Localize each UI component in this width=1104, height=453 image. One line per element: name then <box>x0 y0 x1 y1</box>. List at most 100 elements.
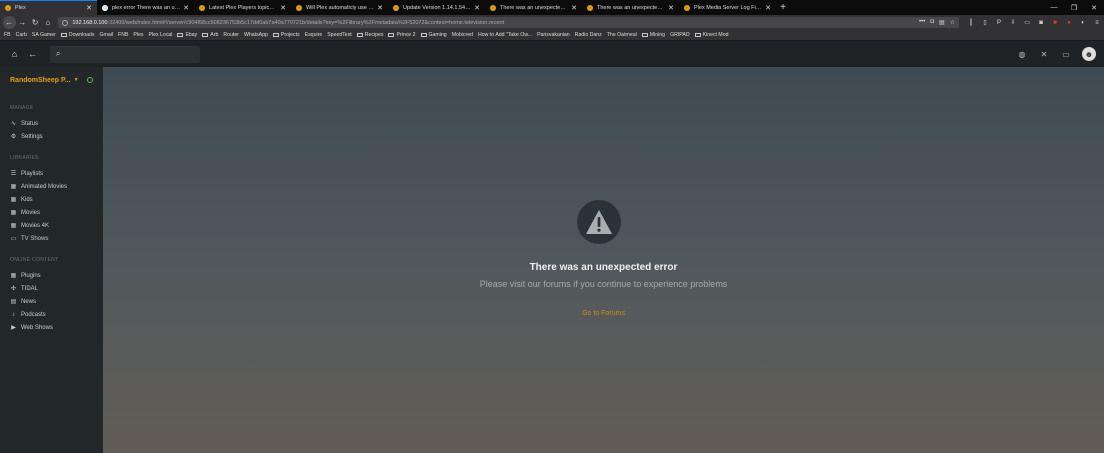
sidebar-item-animated-movies[interactable]: ▦ Animated Movies <box>0 180 103 193</box>
bookmark-folder[interactable]: Gaming <box>420 32 447 38</box>
sidebar-item-movies-4k[interactable]: ▦ Movies 4K <box>0 219 103 232</box>
sidebar-item-tv-shows[interactable]: ▭ TV Shows <box>0 232 103 245</box>
browser-tab[interactable]: › Plex ✕ <box>0 0 97 15</box>
close-icon[interactable]: ✕ <box>765 4 771 12</box>
bookmark-folder[interactable]: Prince 2 <box>388 32 416 38</box>
arrow-left-icon: ← <box>5 18 14 27</box>
plex-icon: › <box>490 4 496 11</box>
home-icon[interactable]: ⌂ <box>8 48 21 61</box>
browser-tab[interactable]: ›There was an unexpected error✕ <box>582 0 679 15</box>
bookmark-item[interactable]: The Oatmeal <box>607 32 637 38</box>
browser-tab[interactable]: ›There was an unexpected error✕ <box>485 0 582 15</box>
main-content: There was an unexpected error Please vis… <box>103 67 1104 453</box>
tidal-icon: ✣ <box>10 286 17 292</box>
download-icon[interactable]: ⇩ <box>1009 19 1017 27</box>
close-icon[interactable]: ✕ <box>86 4 92 12</box>
bookmark-item[interactable]: Gmail <box>100 32 114 38</box>
url-bar[interactable]: 192.168.0.100:32400/web/index.html#!/ser… <box>58 17 960 28</box>
bookmark-folder[interactable]: Mining <box>641 32 665 38</box>
browser-tab[interactable]: Gplex error There was an unexpected erro… <box>97 0 194 15</box>
maximize-button[interactable]: ❐ <box>1064 0 1084 15</box>
browser-tab[interactable]: ›Latest Plex Players topics - Plex✕ <box>194 0 291 15</box>
browser-tab[interactable]: ›Plex Media Server Log Files | Plex✕ <box>679 0 776 15</box>
bookmark-item[interactable]: Plex <box>133 32 143 38</box>
go-to-forums-link[interactable]: Go to Forums <box>103 310 1104 317</box>
sync-icon[interactable]: ◐ <box>1079 19 1087 27</box>
sidebar-item-plugins[interactable]: ▦ Plugins <box>0 269 103 282</box>
bookmark-item[interactable]: Carb <box>16 32 27 38</box>
bookmark-item[interactable]: Mobicred <box>452 32 473 38</box>
activity-icon[interactable]: ◍ <box>1016 48 1028 60</box>
new-tab-button[interactable]: + <box>776 0 790 15</box>
screenshot-icon[interactable]: ▭ <box>1023 19 1031 27</box>
bookmark-item[interactable]: Parisvakanian <box>537 32 570 38</box>
url-actions: ••• ◘ ▤ ☆ <box>919 19 955 26</box>
close-icon[interactable]: ✕ <box>183 4 189 12</box>
section-title-online-content: ONLINE CONTENT <box>10 257 59 263</box>
bookmark-item[interactable]: SA Gamer <box>32 32 56 38</box>
plex-icon: › <box>5 5 11 11</box>
avatar[interactable]: ☻ <box>1082 47 1096 61</box>
close-icon[interactable]: ✕ <box>377 4 383 12</box>
bookmark-folder[interactable]: Arb <box>202 32 218 38</box>
bookmark-folder[interactable]: Recipes <box>356 32 383 38</box>
bookmark-folder[interactable]: Ebay <box>177 32 197 38</box>
sidebar-item-status[interactable]: ∿ Status <box>0 117 103 130</box>
sidebar-item-playlists[interactable]: ☰ Playlists <box>0 167 103 180</box>
reload-button[interactable]: ↻ <box>29 16 42 29</box>
sidebar-item-settings[interactable]: ⚙ Settings <box>0 130 103 143</box>
pulse-icon: ∿ <box>10 121 17 127</box>
cast-icon[interactable]: ▭ <box>1060 48 1072 60</box>
menu-icon[interactable]: ≡ <box>1093 19 1101 27</box>
bookmark-folder[interactable]: Projects <box>272 32 300 38</box>
sidebar-item-web-shows[interactable]: ▶ Web Shows <box>0 321 103 334</box>
server-selector[interactable]: RandomSheep P... ▼ <box>0 67 103 93</box>
folder-icon <box>694 33 701 37</box>
pinterest-icon[interactable]: P <box>995 19 1003 27</box>
bookmark-item[interactable]: Radio Danz <box>575 32 602 38</box>
bookmark-item[interactable]: Plex Local <box>149 32 173 38</box>
back-arrow-icon[interactable]: ← <box>26 48 39 61</box>
extension-icon[interactable]: ◙ <box>1037 19 1045 27</box>
close-icon[interactable]: ✕ <box>280 4 286 12</box>
sidebar-item-kids[interactable]: ▦ Kids <box>0 193 103 206</box>
bookmark-item[interactable]: GRIPAD <box>670 32 690 38</box>
bookmark-star-icon[interactable]: ☆ <box>950 19 955 26</box>
back-button[interactable]: ← <box>3 16 16 29</box>
bookmark-item[interactable]: How to Add "Take Ow... <box>478 32 532 38</box>
bookmark-item[interactable]: SpeedTest <box>327 32 352 38</box>
library-icon[interactable]: ║ <box>967 19 975 27</box>
close-icon[interactable]: ✕ <box>571 4 577 12</box>
home-button[interactable]: ⌂ <box>42 16 55 29</box>
window-controls: — ❐ ✕ <box>1044 0 1104 15</box>
sidebar-item-podcasts[interactable]: ♪ Podcasts <box>0 308 103 321</box>
film-icon: ▦ <box>10 184 17 190</box>
adblock-icon[interactable]: ■ <box>1051 19 1059 27</box>
bookmark-item[interactable]: FB <box>4 32 11 38</box>
sidebar-item-movies[interactable]: ▦ Movies <box>0 206 103 219</box>
bookmark-item[interactable]: Esquire <box>305 32 323 38</box>
close-window-button[interactable]: ✕ <box>1084 0 1104 15</box>
search-input[interactable]: ⌕ <box>50 45 200 63</box>
bookmark-folder[interactable]: Kinect Mod <box>694 32 729 38</box>
bookmark-item[interactable]: FNB <box>118 32 128 38</box>
minimize-button[interactable]: — <box>1044 0 1064 15</box>
bookmark-item[interactable]: WhatsApp <box>244 32 268 38</box>
bookmark-folder[interactable]: Downloads <box>60 32 95 38</box>
info-icon[interactable] <box>62 19 69 26</box>
browser-tab[interactable]: ›Will Plex automaticly use my server✕ <box>291 0 388 15</box>
forward-button[interactable]: → <box>16 16 29 29</box>
reader-icon[interactable]: ▤ <box>939 19 945 26</box>
extension-red-icon[interactable]: ● <box>1065 19 1073 27</box>
settings-tools-icon[interactable]: ✕ <box>1038 48 1050 60</box>
pocket-icon[interactable]: ◘ <box>930 19 934 26</box>
sidebar-icon[interactable]: ▯ <box>981 19 989 27</box>
more-icon[interactable]: ••• <box>919 19 925 26</box>
sidebar-item-tidal[interactable]: ✣ TIDAL <box>0 282 103 295</box>
browser-tab[interactable]: ›Update Version 1.14.1.5488 Error✕ <box>388 0 485 15</box>
bookmark-item[interactable]: Router <box>223 32 239 38</box>
folder-icon <box>388 33 395 37</box>
close-icon[interactable]: ✕ <box>668 4 674 12</box>
sidebar-item-news[interactable]: ▤ News <box>0 295 103 308</box>
close-icon[interactable]: ✕ <box>474 4 480 12</box>
